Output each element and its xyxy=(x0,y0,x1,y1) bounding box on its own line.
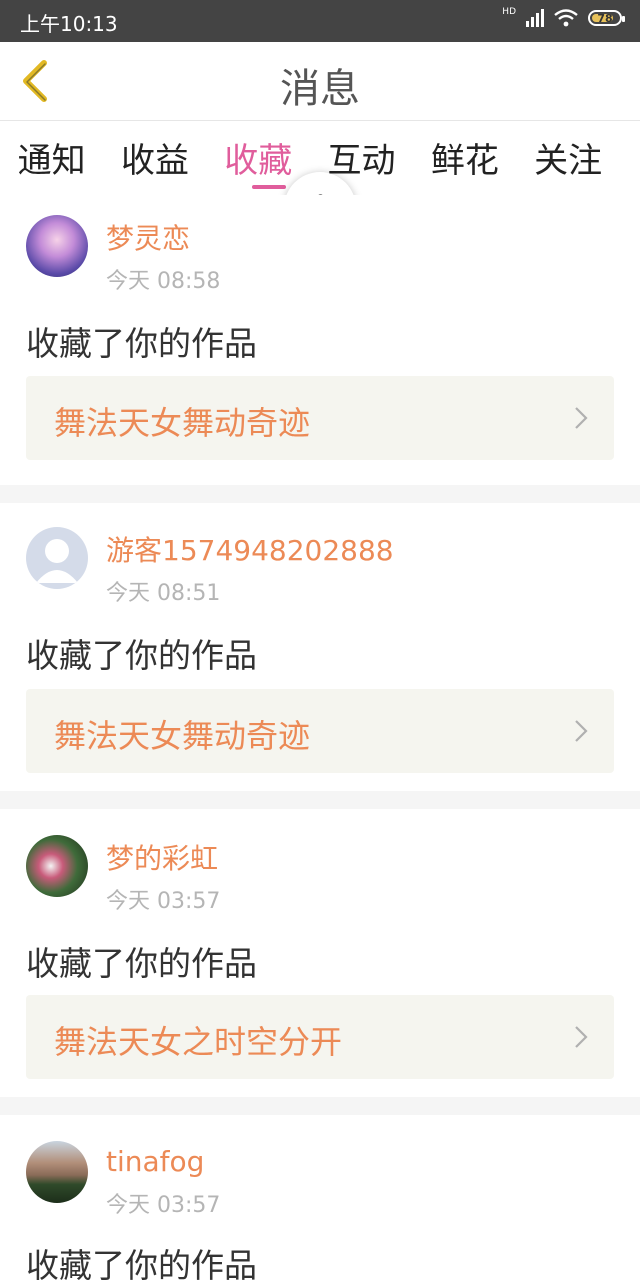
avatar[interactable] xyxy=(26,835,88,897)
timestamp: 今天 03:57 xyxy=(106,889,221,914)
timestamp: 今天 08:58 xyxy=(106,269,221,294)
default-user-icon xyxy=(36,539,78,583)
action-text: 收藏了你的作品 xyxy=(26,636,257,675)
list-item: tinafog 今天 03:57 收藏了你的作品 xyxy=(0,1115,640,1285)
avatar[interactable] xyxy=(26,527,88,589)
action-text: 收藏了你的作品 xyxy=(26,324,257,363)
username[interactable]: 梦的彩虹 xyxy=(106,837,218,877)
page-title: 消息 xyxy=(280,66,360,112)
work-title: 舞法天女之时空分开 xyxy=(54,1023,343,1061)
timestamp: 今天 03:57 xyxy=(106,1193,221,1218)
active-tab-indicator xyxy=(252,185,286,189)
chevron-right-icon xyxy=(575,1026,588,1048)
username[interactable]: tinafog xyxy=(106,1145,204,1178)
list-item: 游客1574948202888 今天 08:51 收藏了你的作品 舞法天女舞动奇… xyxy=(0,503,640,791)
wifi-icon xyxy=(554,9,578,27)
work-link[interactable]: 舞法天女舞动奇迹 xyxy=(26,376,614,460)
work-link[interactable]: 舞法天女之时空分开 xyxy=(26,995,614,1079)
status-time: 上午10:13 xyxy=(20,12,118,36)
avatar[interactable] xyxy=(26,1141,88,1203)
username[interactable]: 游客1574948202888 xyxy=(106,529,394,569)
divider xyxy=(0,791,640,809)
battery-level: 78 xyxy=(597,11,613,25)
tab-notifications[interactable]: 通知 xyxy=(0,121,103,195)
work-link[interactable]: 舞法天女舞动奇迹 xyxy=(26,689,614,773)
hd-label: HD xyxy=(502,6,516,17)
tab-earnings[interactable]: 收益 xyxy=(103,121,206,195)
action-text: 收藏了你的作品 xyxy=(26,944,257,983)
tab-follows[interactable]: 关注 xyxy=(516,121,619,195)
work-title: 舞法天女舞动奇迹 xyxy=(54,717,311,755)
chevron-right-icon xyxy=(575,407,588,429)
chevron-right-icon xyxy=(575,720,588,742)
divider xyxy=(0,485,640,503)
battery-icon: 78 xyxy=(588,10,625,26)
status-bar: 上午10:13 HD 78 xyxy=(0,0,640,42)
list-item: 梦的彩虹 今天 03:57 收藏了你的作品 舞法天女之时空分开 xyxy=(0,809,640,1097)
header: 消息 xyxy=(0,42,640,121)
divider xyxy=(0,1097,640,1115)
signal-icon xyxy=(526,9,544,27)
list-item: 梦灵恋 今天 08:58 收藏了你的作品 舞法天女舞动奇迹 xyxy=(0,195,640,485)
tab-flowers[interactable]: 鲜花 xyxy=(413,121,516,195)
status-icons: HD 78 xyxy=(502,6,625,27)
avatar[interactable] xyxy=(26,215,88,277)
timestamp: 今天 08:51 xyxy=(106,581,221,606)
username[interactable]: 梦灵恋 xyxy=(106,217,190,257)
work-title: 舞法天女舞动奇迹 xyxy=(54,404,311,442)
